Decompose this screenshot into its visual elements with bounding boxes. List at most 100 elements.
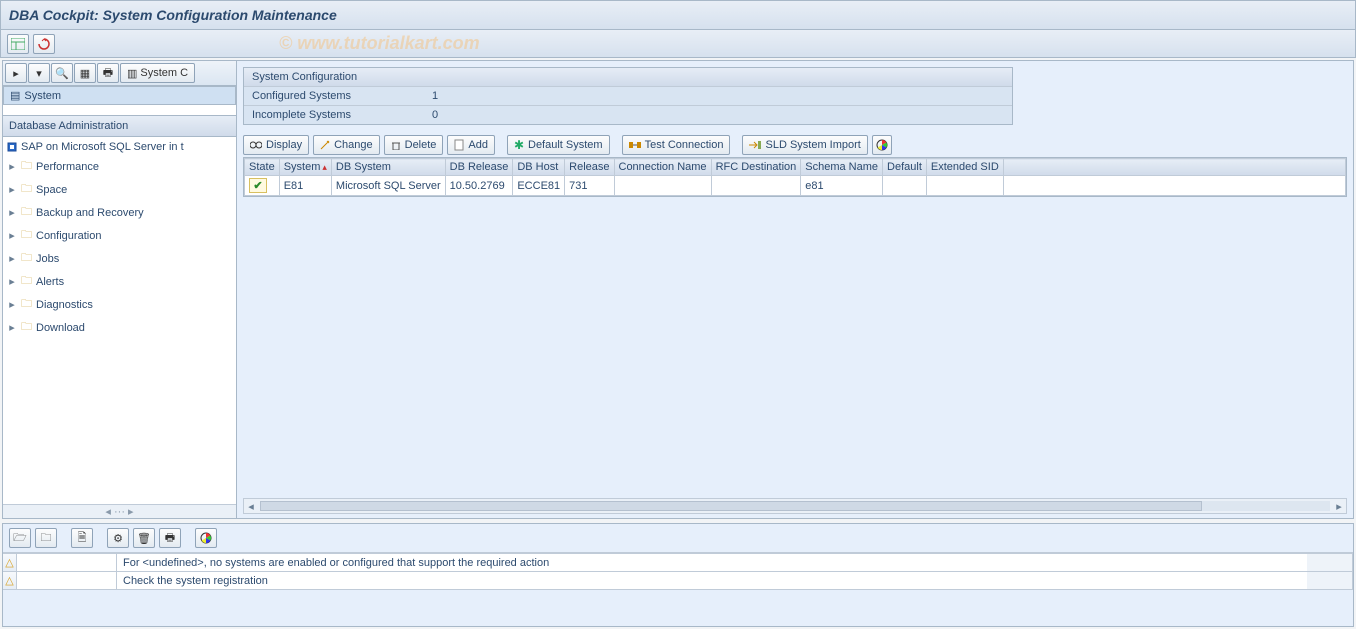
tree-item-label: Download: [36, 322, 85, 334]
system-selector[interactable]: ▤ System: [3, 86, 236, 105]
trash-icon: [391, 140, 401, 150]
col-rfc[interactable]: RFC Destination: [711, 159, 801, 176]
tree-item-jobs[interactable]: ▸ 🗀 Jobs: [3, 247, 236, 270]
test-connection-button[interactable]: Test Connection: [622, 135, 731, 155]
message-text: For <undefined>, no systems are enabled …: [117, 554, 1307, 571]
warning-icon: △: [3, 554, 17, 571]
doc-icon[interactable]: 🗎: [71, 528, 93, 548]
tree-item-configuration[interactable]: ▸ 🗀 Configuration: [3, 224, 236, 247]
caret-icon: ▸: [7, 206, 17, 219]
col-schema[interactable]: Schema Name: [801, 159, 883, 176]
message-spacer: [17, 554, 117, 571]
caret-icon: ▸: [7, 252, 17, 265]
grid-toolbar: Display Change Delete Add ✱ Default Syst…: [243, 135, 1347, 155]
folder-icon[interactable]: 🗀: [35, 528, 57, 548]
refresh-icon[interactable]: [33, 34, 55, 54]
tree-item-space[interactable]: ▸ 🗀 Space: [3, 178, 236, 201]
message-tail: [1307, 572, 1353, 589]
scroll-track[interactable]: [260, 501, 1330, 511]
systems-button[interactable]: ▥ System C: [120, 63, 195, 83]
folder-icon: 🗀: [21, 272, 32, 291]
caret-icon: ▸: [7, 298, 17, 311]
default-system-button[interactable]: ✱ Default System: [507, 135, 610, 155]
print-msg-icon[interactable]: 🖶: [159, 528, 181, 548]
message-row[interactable]: △ Check the system registration: [3, 571, 1353, 589]
delete-button[interactable]: Delete: [384, 135, 444, 155]
collapse-icon[interactable]: ▾: [28, 63, 50, 83]
button-label: Test Connection: [645, 139, 724, 151]
tree-item-label: Performance: [36, 161, 99, 173]
folder-icon: 🗀: [21, 157, 32, 176]
info-key: Configured Systems: [252, 90, 432, 102]
connection-icon: [629, 140, 641, 150]
main-splitter: ▸ ▾ 🔍 ▦ 🖶 ▥ System C ▤ System Database A…: [2, 60, 1354, 519]
folder-icon: 🗀: [21, 203, 32, 222]
sidebar-hscroll[interactable]: ◂ ··· ▸: [3, 504, 236, 518]
col-default[interactable]: Default: [883, 159, 927, 176]
folder-icon: 🗀: [21, 318, 32, 337]
content-hscroll[interactable]: ◂ ▸: [243, 498, 1347, 514]
color-legend-button[interactable]: [872, 135, 892, 155]
folder-icon: 🗀: [21, 180, 32, 199]
app-toolbar: © www.tutorialkart.com: [0, 30, 1356, 58]
folder-icon: 🗀: [21, 295, 32, 314]
tree-item-alerts[interactable]: ▸ 🗀 Alerts: [3, 270, 236, 293]
color-legend-icon[interactable]: [195, 528, 217, 548]
cell-conn: [614, 176, 711, 196]
delete-msg-icon[interactable]: 🗑: [133, 528, 155, 548]
grid-row[interactable]: ✔ E81 Microsoft SQL Server 10.50.2769 EC…: [245, 176, 1346, 196]
scroll-right-icon[interactable]: ▸: [1332, 500, 1346, 513]
col-dbhost[interactable]: DB Host: [513, 159, 565, 176]
message-text: Check the system registration: [117, 572, 1307, 589]
caret-icon: ▸: [7, 321, 17, 334]
tree-item-root[interactable]: SAP on Microsoft SQL Server in t: [3, 139, 236, 155]
button-label: Change: [334, 139, 373, 151]
page-title: DBA Cockpit: System Configuration Mainte…: [9, 7, 337, 23]
col-release[interactable]: Release: [565, 159, 614, 176]
cell-dbsystem: Microsoft SQL Server: [331, 176, 445, 196]
sld-import-button[interactable]: SLD System Import: [742, 135, 867, 155]
col-conn[interactable]: Connection Name: [614, 159, 711, 176]
sidebar: ▸ ▾ 🔍 ▦ 🖶 ▥ System C ▤ System Database A…: [3, 61, 237, 518]
print-icon[interactable]: 🖶: [97, 63, 119, 83]
find-icon[interactable]: 🔍: [51, 63, 73, 83]
tree-item-label: Jobs: [36, 253, 59, 265]
tree-item-label: Space: [36, 184, 67, 196]
display-button[interactable]: Display: [243, 135, 309, 155]
col-state[interactable]: State: [245, 159, 280, 176]
open-folder-icon[interactable]: 🗁: [9, 528, 31, 548]
col-extsid[interactable]: Extended SID: [926, 159, 1003, 176]
tree-item-backup[interactable]: ▸ 🗀 Backup and Recovery: [3, 201, 236, 224]
tree-item-label: Alerts: [36, 276, 64, 288]
message-spacer: [17, 572, 117, 589]
server-icon: ▤: [10, 89, 20, 102]
systems-grid: State System DB System DB Release DB Hos…: [243, 157, 1347, 197]
scroll-thumb[interactable]: [260, 501, 1202, 511]
col-system[interactable]: System: [279, 159, 331, 176]
tree-item-diagnostics[interactable]: ▸ 🗀 Diagnostics: [3, 293, 236, 316]
col-dbrelease[interactable]: DB Release: [445, 159, 513, 176]
settings-icon[interactable]: ⚙: [107, 528, 129, 548]
add-button[interactable]: Add: [447, 135, 495, 155]
button-label: Default System: [528, 139, 603, 151]
info-value: 0: [432, 109, 438, 121]
tree-item-download[interactable]: ▸ 🗀 Download: [3, 316, 236, 339]
tree-item-performance[interactable]: ▸ 🗀 Performance: [3, 155, 236, 178]
page-icon: [454, 139, 464, 151]
tree-item-label: SAP on Microsoft SQL Server in t: [21, 141, 184, 153]
message-row[interactable]: △ For <undefined>, no systems are enable…: [3, 553, 1353, 571]
folder-icon: 🗀: [21, 249, 32, 268]
cell-default: [883, 176, 927, 196]
filter-icon[interactable]: ▦: [74, 63, 96, 83]
expand-icon[interactable]: ▸: [5, 63, 27, 83]
grid-header-row: State System DB System DB Release DB Hos…: [245, 159, 1346, 176]
change-button[interactable]: Change: [313, 135, 380, 155]
col-dbsystem[interactable]: DB System: [331, 159, 445, 176]
watermark: © www.tutorialkart.com: [279, 33, 480, 54]
scroll-left-icon[interactable]: ◂: [244, 500, 258, 513]
layout-icon[interactable]: [7, 34, 29, 54]
message-panel: 🗁 🗀 🗎 ⚙ 🗑 🖶 △ For <undefined>, no system…: [2, 523, 1354, 627]
import-icon: [749, 140, 761, 150]
content-pane: System Configuration Configured Systems …: [237, 61, 1353, 518]
caret-icon: ▸: [7, 275, 17, 288]
